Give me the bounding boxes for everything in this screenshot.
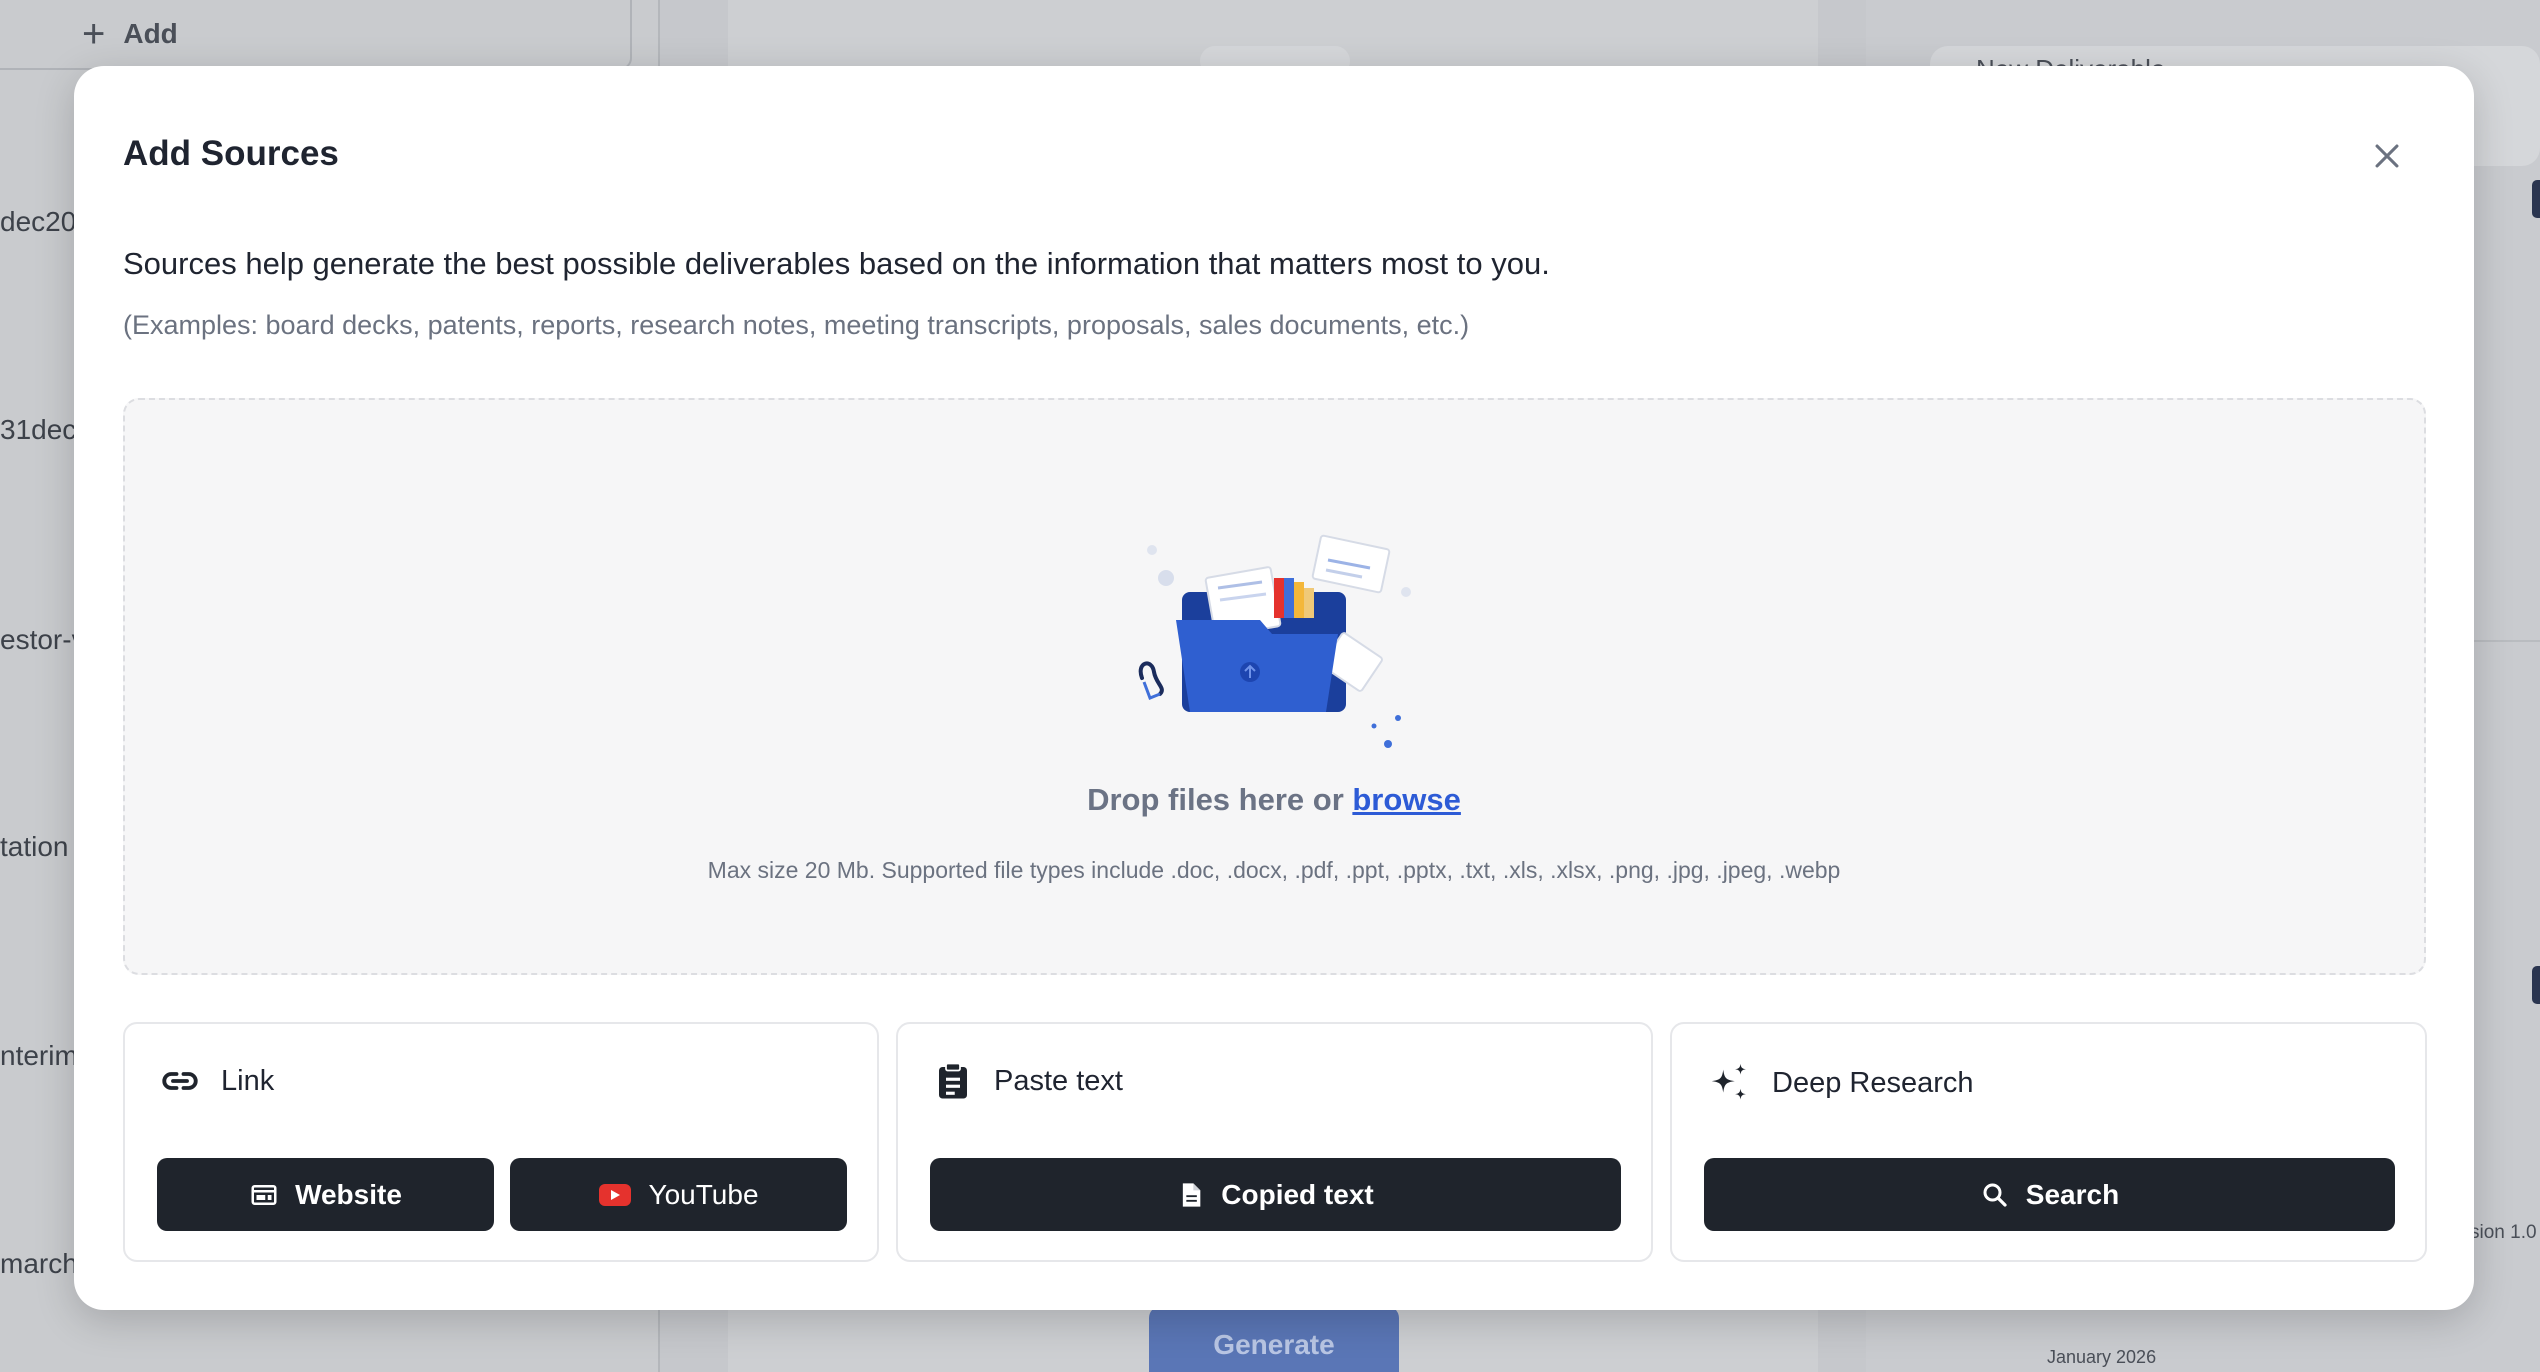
youtube-button[interactable]: YouTube bbox=[510, 1158, 847, 1231]
sparkles-icon bbox=[1711, 1063, 1746, 1100]
background-generate-button: Generate bbox=[1149, 1306, 1399, 1372]
clipboard-icon bbox=[939, 1062, 967, 1099]
close-icon bbox=[2375, 144, 2399, 168]
background-add-label: Add bbox=[123, 18, 178, 49]
add-sources-modal: Add Sources Sources help generate the be… bbox=[74, 66, 2474, 1310]
background-list-item: nterim bbox=[0, 1040, 78, 1071]
background-list-item: dec20 bbox=[0, 206, 77, 237]
copied-text-button[interactable]: Copied text bbox=[930, 1158, 1621, 1231]
youtube-button-label: YouTube bbox=[648, 1178, 759, 1210]
file-limits-text: Max size 20 Mb. Supported file types inc… bbox=[707, 857, 1841, 883]
background-add-button: + Add bbox=[0, 0, 632, 70]
website-button[interactable]: Website bbox=[157, 1158, 494, 1231]
paste-text-card: Paste text Copied text bbox=[896, 1022, 1653, 1262]
paste-card-header: Paste text bbox=[932, 1060, 1123, 1102]
close-button[interactable] bbox=[2359, 128, 2415, 184]
deep-research-card: Deep Research Search bbox=[1670, 1022, 2427, 1262]
browse-link[interactable]: browse bbox=[1352, 782, 1461, 817]
link-card-label: Link bbox=[221, 1064, 275, 1097]
background-list-item: estor-v bbox=[0, 624, 86, 655]
search-icon bbox=[1983, 1183, 2007, 1207]
folder-upload-illustration bbox=[1138, 534, 1411, 748]
examples-text: (Examples: board decks, patents, reports… bbox=[123, 310, 1470, 340]
background-list-item: tation bbox=[0, 831, 69, 862]
youtube-icon bbox=[599, 1183, 632, 1206]
website-button-label: Website bbox=[295, 1178, 402, 1210]
drop-prompt: Drop files here or browse bbox=[74, 782, 2474, 818]
browser-window-icon bbox=[251, 1184, 277, 1205]
link-source-card: Link Website YouTube bbox=[123, 1022, 879, 1262]
background-date-label: January 2026 bbox=[2047, 1347, 2157, 1367]
document-icon bbox=[1183, 1182, 1201, 1207]
research-card-label: Deep Research bbox=[1772, 1066, 1974, 1099]
background-edge-tab bbox=[2532, 966, 2540, 1004]
copied-text-button-label: Copied text bbox=[1221, 1178, 1374, 1210]
modal-title: Add Sources bbox=[123, 134, 339, 173]
search-button[interactable]: Search bbox=[1704, 1158, 2395, 1231]
research-card-header: Deep Research bbox=[1706, 1060, 1974, 1106]
link-card-header: Link bbox=[159, 1060, 274, 1102]
intro-text: Sources help generate the best possible … bbox=[123, 246, 1550, 281]
background-list-item: march bbox=[0, 1248, 78, 1279]
paste-card-label: Paste text bbox=[994, 1064, 1123, 1097]
background-version-text: sion 1.0 bbox=[2470, 1222, 2537, 1243]
background-edge-tab bbox=[2532, 180, 2540, 218]
drop-prompt-text: Drop files here or bbox=[1087, 782, 1353, 817]
search-button-label: Search bbox=[2025, 1178, 2120, 1210]
link-icon bbox=[162, 1072, 198, 1090]
